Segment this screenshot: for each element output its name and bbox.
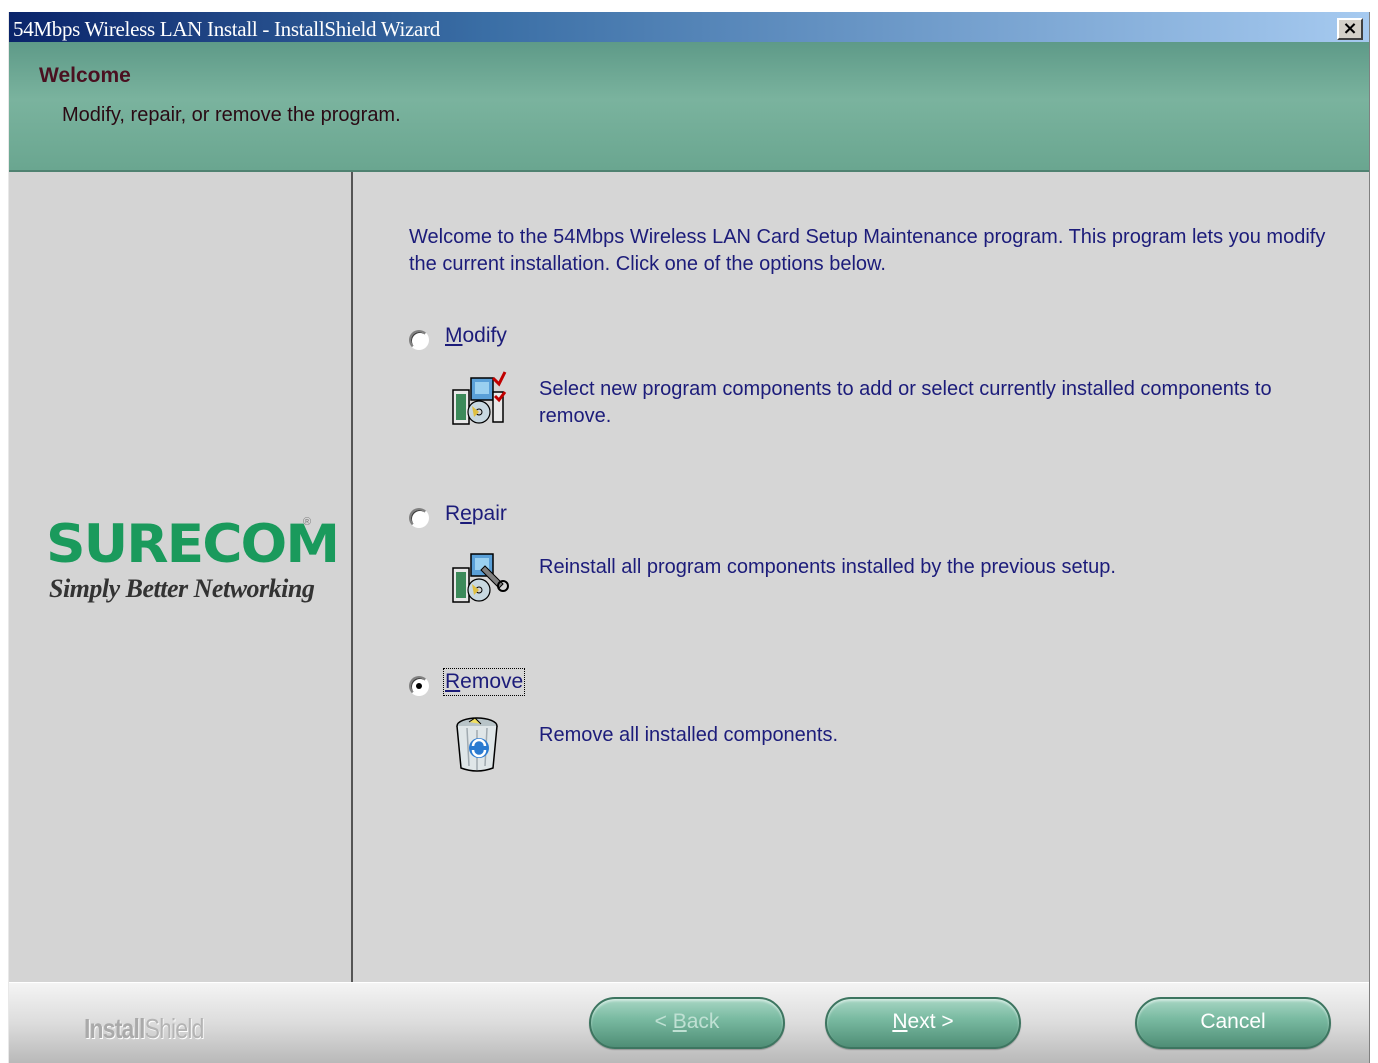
option-repair-description: Reinstall all program components install… xyxy=(539,556,1116,578)
next-button[interactable]: Next > xyxy=(825,997,1021,1049)
modify-components-icon xyxy=(452,371,507,425)
radio-repair[interactable] xyxy=(409,508,429,528)
option-remove-label-rest: emove xyxy=(460,670,524,693)
option-repair-label[interactable]: Repair xyxy=(445,502,507,526)
logo-tagline: Simply Better Networking xyxy=(49,574,315,603)
radio-selected-dot xyxy=(416,683,422,689)
intro-text: Welcome to the 54Mbps Wireless LAN Card … xyxy=(409,226,1326,275)
option-modify-label[interactable]: Modify xyxy=(445,324,507,348)
option-remove-label[interactable]: Remove xyxy=(442,668,526,696)
radio-remove[interactable] xyxy=(409,676,429,696)
option-modify-label-rest: odify xyxy=(462,324,507,347)
installer-window: 54Mbps Wireless LAN Install - InstallShi… xyxy=(8,12,1370,1063)
radio-modify[interactable] xyxy=(409,330,429,350)
page-title: Welcome xyxy=(39,64,131,87)
maintenance-options: Welcome to the 54Mbps Wireless LAN Card … xyxy=(353,172,1369,982)
option-repair-label-start: R xyxy=(445,502,461,525)
page-subtitle: Modify, repair, or remove the program. xyxy=(62,104,401,126)
option-modify-description: Select new program components to add or … xyxy=(539,378,1272,427)
window-title: 54Mbps Wireless LAN Install - InstallShi… xyxy=(13,17,440,41)
option-remove-description: Remove all installed components. xyxy=(539,724,839,746)
registered-mark: ® xyxy=(303,516,312,528)
close-button[interactable]: × xyxy=(1337,18,1363,40)
brand-panel: SURECOM ® Simply Better Networking xyxy=(9,172,353,982)
recycle-bin-icon xyxy=(456,717,498,772)
repair-components-icon xyxy=(452,553,509,603)
back-button[interactable]: < Back xyxy=(589,997,785,1049)
installshield-brand: InstallShield xyxy=(84,1013,204,1044)
option-repair-label-rest: pair xyxy=(471,502,507,525)
wizard-header: Welcome Modify, repair, or remove the pr… xyxy=(9,42,1369,172)
wizard-footer: InstallShield < Back Next > Cancel xyxy=(9,982,1369,1063)
surecom-logo: SURECOM xyxy=(46,513,340,575)
title-bar[interactable]: 54Mbps Wireless LAN Install - InstallShi… xyxy=(9,12,1369,42)
cancel-button[interactable]: Cancel xyxy=(1135,997,1331,1049)
